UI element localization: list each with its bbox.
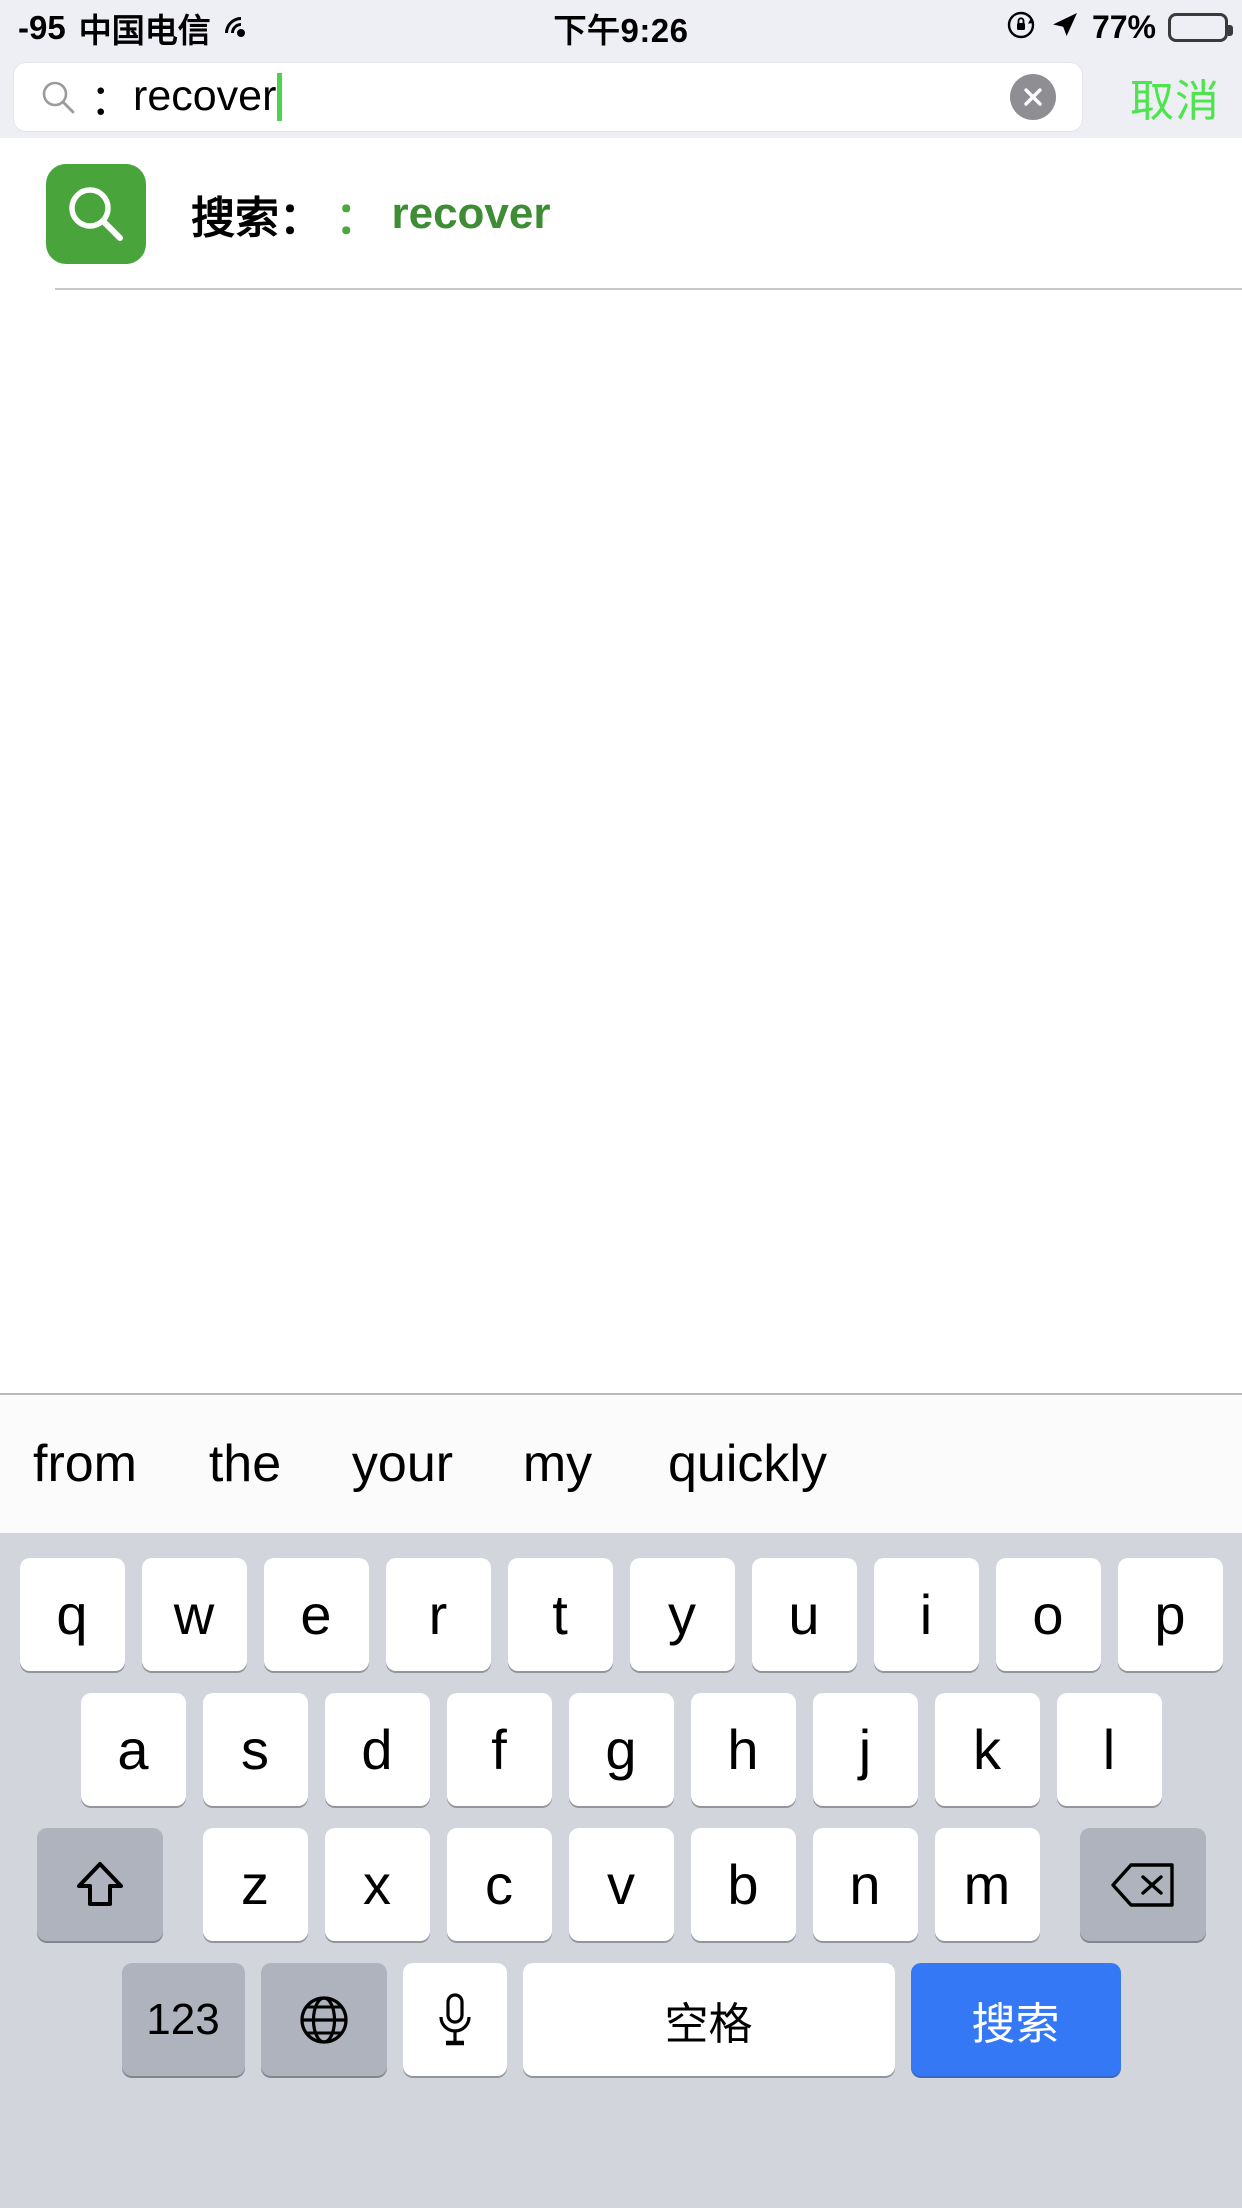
key-w[interactable]: w: [141, 1558, 247, 1671]
globe-key[interactable]: [260, 1963, 387, 2076]
suggestion-0[interactable]: from: [0, 1395, 170, 1533]
keyboard-row-2: a s d f g h j k l: [0, 1682, 1242, 1817]
key-f[interactable]: f: [446, 1693, 552, 1806]
on-screen-keyboard: q w e r t y u i o p a s d f g h j k l z …: [0, 1533, 1242, 2208]
key-k[interactable]: k: [934, 1693, 1040, 1806]
key-g[interactable]: g: [568, 1693, 674, 1806]
key-a[interactable]: a: [80, 1693, 186, 1806]
status-bar-right: 77%: [1006, 8, 1233, 48]
search-input[interactable]: ： recover: [14, 62, 1082, 131]
key-e[interactable]: e: [263, 1558, 369, 1671]
shift-arrow-icon: [72, 1856, 128, 1914]
suggestion-1[interactable]: the: [170, 1395, 320, 1533]
search-bar: ： recover 取消: [0, 55, 1242, 138]
search-icon: [46, 164, 146, 264]
backspace-key[interactable]: [1079, 1828, 1206, 1941]
rotation-lock-icon: [1006, 8, 1038, 48]
cancel-button[interactable]: 取消: [1130, 65, 1220, 129]
result-colon: ：: [335, 194, 380, 243]
keyboard-row-3: z x c v b n m: [0, 1817, 1242, 1952]
key-d[interactable]: d: [324, 1693, 430, 1806]
phone-screen: -95 中国电信 下午9:26 77% ： recover 取消 搜索： ： r…: [0, 0, 1242, 2208]
battery-percentage: 77%: [1091, 9, 1156, 45]
key-x[interactable]: x: [324, 1828, 430, 1941]
result-query-text: recover: [391, 189, 551, 238]
key-z[interactable]: z: [202, 1828, 308, 1941]
key-m[interactable]: m: [934, 1828, 1040, 1941]
search-input-text: ： recover: [90, 66, 283, 128]
dictation-key[interactable]: [402, 1963, 507, 2076]
search-input-value: recover: [133, 72, 277, 120]
key-s[interactable]: s: [202, 1693, 308, 1806]
suggestion-2[interactable]: your: [320, 1395, 485, 1533]
key-l[interactable]: l: [1056, 1693, 1162, 1806]
key-y[interactable]: y: [629, 1558, 735, 1671]
globe-icon: [297, 1993, 351, 2047]
key-q[interactable]: q: [19, 1558, 125, 1671]
key-t[interactable]: t: [507, 1558, 613, 1671]
key-o[interactable]: o: [995, 1558, 1101, 1671]
clear-search-button[interactable]: [1010, 73, 1056, 120]
key-n[interactable]: n: [812, 1828, 918, 1941]
suggestion-4[interactable]: quickly: [630, 1395, 865, 1533]
row-divider: [55, 288, 1242, 290]
key-r[interactable]: r: [385, 1558, 491, 1671]
key-u[interactable]: u: [751, 1558, 857, 1671]
key-p[interactable]: p: [1117, 1558, 1223, 1671]
key-i[interactable]: i: [873, 1558, 979, 1671]
backspace-icon: [1110, 1861, 1176, 1909]
space-key[interactable]: 空格: [522, 1963, 895, 2076]
status-bar: -95 中国电信 下午9:26 77%: [0, 0, 1242, 56]
search-icon: [40, 79, 76, 115]
key-c[interactable]: c: [446, 1828, 552, 1941]
search-input-prefix: ：: [90, 76, 133, 125]
keyboard-row-4: 123 空格 搜索: [0, 1952, 1242, 2087]
predictive-text-bar: from the your my quickly: [0, 1393, 1242, 1533]
key-b[interactable]: b: [690, 1828, 796, 1941]
location-arrow-icon: [1050, 9, 1080, 47]
numbers-key[interactable]: 123: [121, 1963, 245, 2076]
key-h[interactable]: h: [690, 1693, 796, 1806]
key-j[interactable]: j: [812, 1693, 918, 1806]
search-enter-key[interactable]: 搜索: [910, 1963, 1121, 2076]
list-item-label: 搜索： ： recover: [191, 182, 550, 246]
battery-icon: [1168, 13, 1233, 42]
text-caret: [277, 72, 283, 121]
keyboard-row-1: q w e r t y u i o p: [0, 1547, 1242, 1682]
list-item[interactable]: 搜索： ： recover: [0, 138, 1242, 290]
suggestion-3[interactable]: my: [485, 1395, 630, 1533]
microphone-icon: [434, 1991, 476, 2049]
shift-key[interactable]: [36, 1828, 163, 1941]
result-prefix-label: 搜索：: [191, 194, 323, 243]
key-v[interactable]: v: [568, 1828, 674, 1941]
